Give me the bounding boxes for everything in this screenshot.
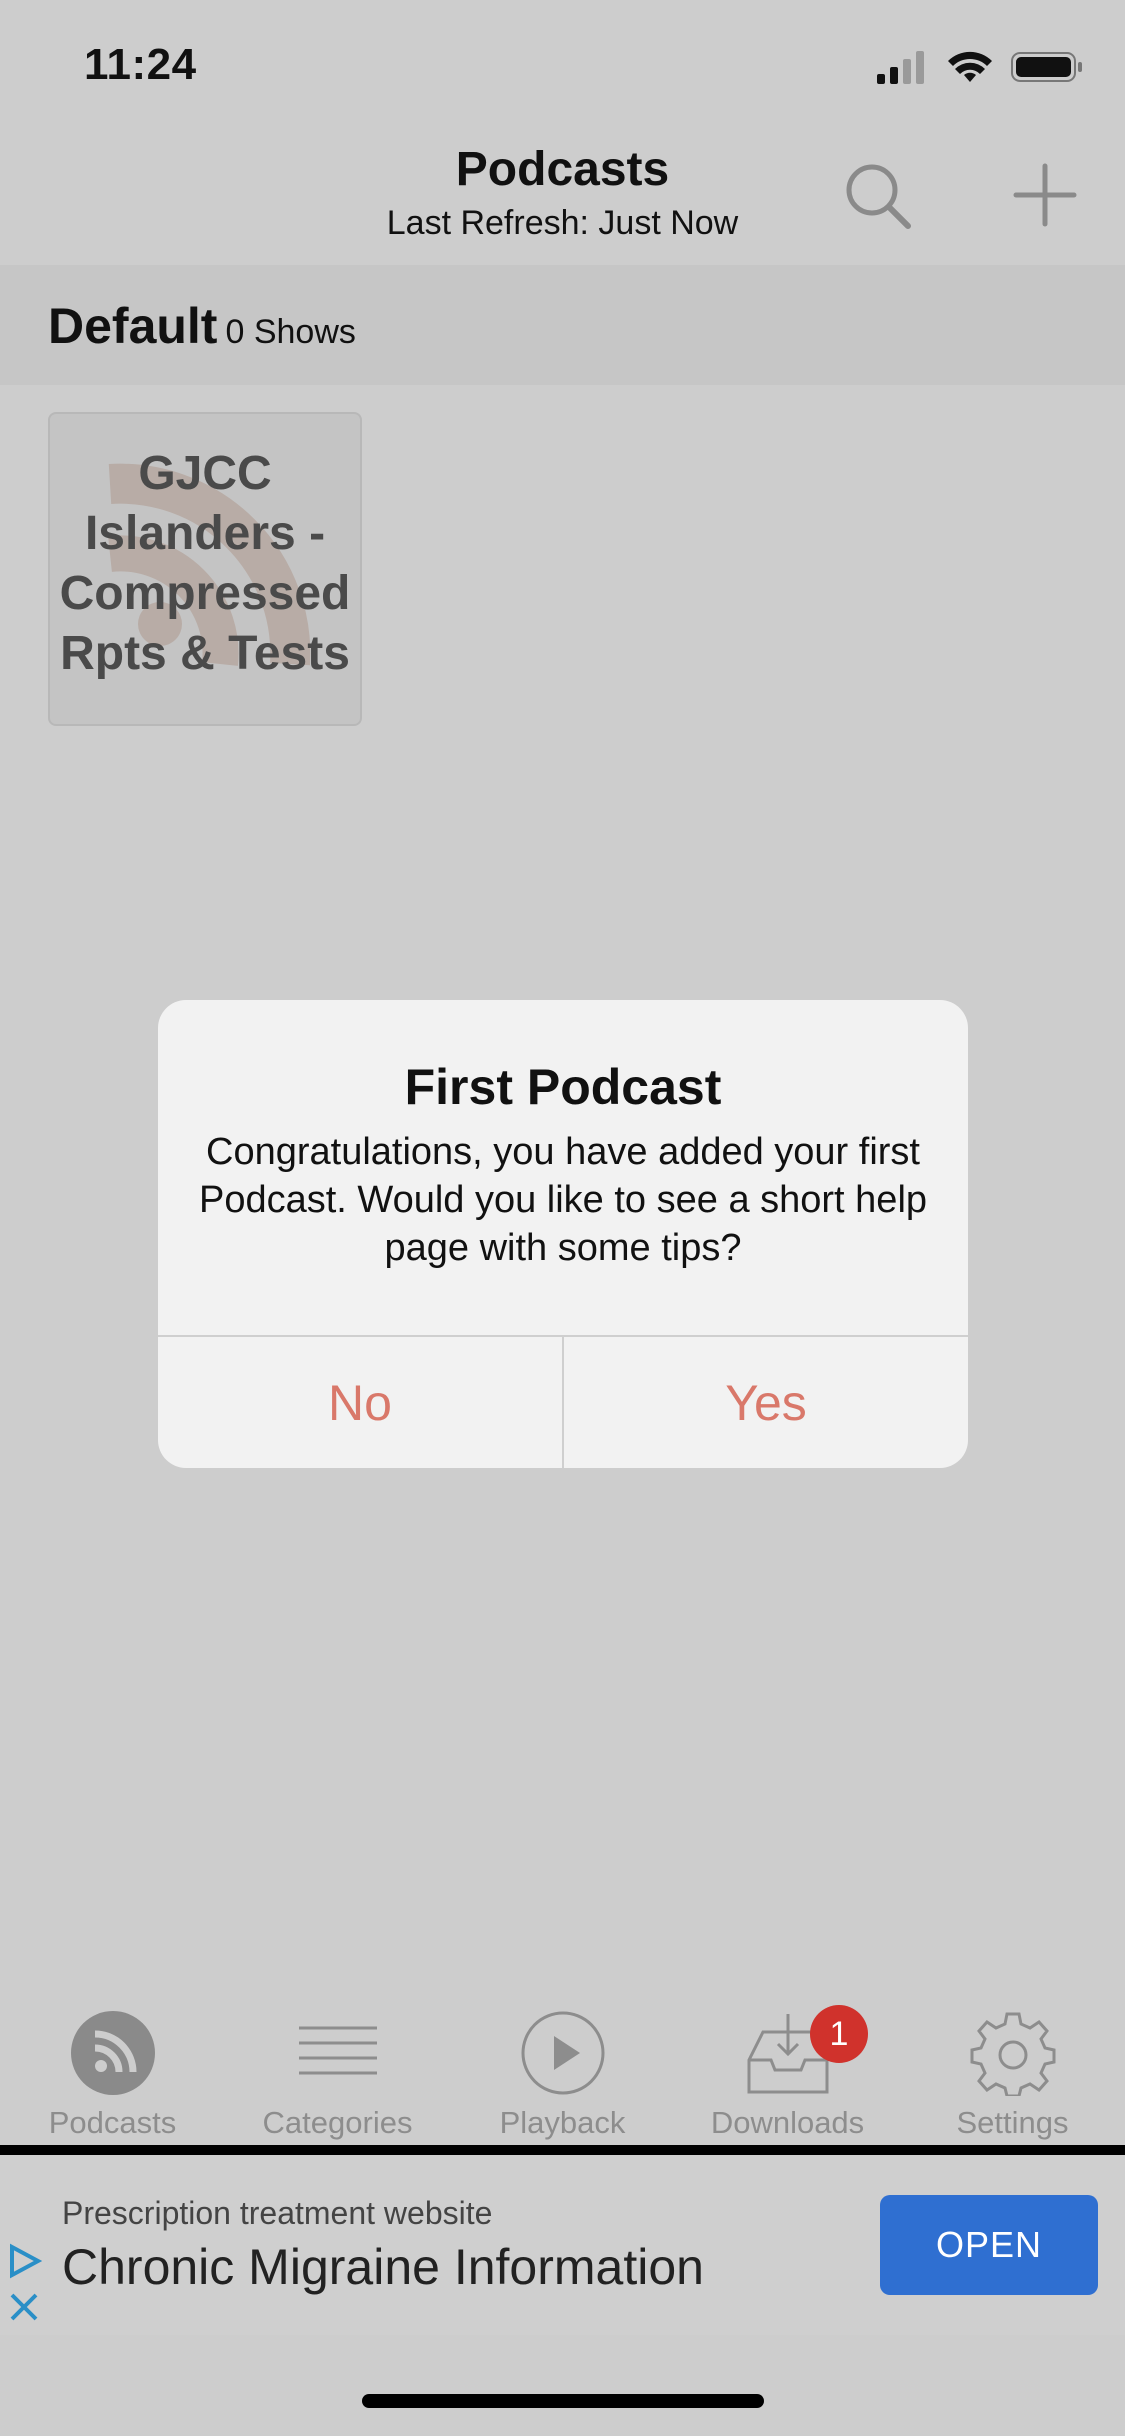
play-icon bbox=[521, 2011, 605, 2095]
show-count: 0 Shows bbox=[225, 313, 356, 351]
tab-playback[interactable]: Playback bbox=[450, 1995, 675, 2145]
category-name: Default bbox=[48, 298, 218, 354]
podcast-tile[interactable]: GJCC Islanders - Compressed Rpts & Tests bbox=[48, 412, 362, 726]
yes-button[interactable]: Yes bbox=[564, 1337, 968, 1468]
tab-settings[interactable]: Settings bbox=[900, 1995, 1125, 2145]
section-title: Default 0 Shows bbox=[48, 297, 356, 355]
list-icon bbox=[299, 2026, 377, 2075]
gear-icon bbox=[970, 2012, 1056, 2096]
rss-icon bbox=[71, 2011, 155, 2095]
section-header: Default 0 Shows bbox=[0, 265, 1125, 385]
tab-label: Settings bbox=[956, 2105, 1069, 2140]
podcast-title-line: Compressed bbox=[59, 567, 351, 620]
tab-downloads[interactable]: Downloads bbox=[675, 1995, 900, 2145]
wifi-icon bbox=[948, 51, 992, 82]
ad-headline[interactable]: Chronic Migraine Information bbox=[62, 2238, 704, 2296]
page-title: Podcasts bbox=[455, 143, 670, 196]
first-podcast-alert: First Podcast Congratulations, you have … bbox=[158, 1000, 968, 1468]
cellular-signal-icon bbox=[877, 51, 924, 84]
tab-categories[interactable]: Categories bbox=[225, 1995, 450, 2145]
podcast-title: GJCC Islanders - Compressed Rpts & Tests bbox=[50, 444, 360, 684]
alert-title: First Podcast bbox=[404, 1059, 722, 1115]
tab-label: Downloads bbox=[710, 2105, 865, 2140]
podcast-title-line: Rpts & Tests bbox=[60, 627, 350, 680]
search-icon[interactable] bbox=[842, 160, 914, 232]
tab-label: Playback bbox=[499, 2105, 626, 2140]
tab-label: Podcasts bbox=[48, 2105, 177, 2140]
ad-open-button[interactable]: OPEN bbox=[880, 2195, 1098, 2295]
tab-bar: Podcasts Categories Playback Downloads S… bbox=[0, 1995, 1125, 2145]
plus-icon[interactable] bbox=[1010, 160, 1080, 230]
ad-close-icon[interactable] bbox=[6, 2289, 42, 2325]
ad-divider bbox=[0, 2145, 1125, 2155]
no-button[interactable]: No bbox=[158, 1337, 562, 1468]
status-bar: 11:24 bbox=[0, 0, 1125, 130]
last-refresh-label: Last Refresh: Just Now bbox=[386, 204, 739, 242]
status-icons bbox=[877, 50, 1083, 84]
downloads-badge: 1 bbox=[810, 2005, 868, 2063]
tab-podcasts[interactable]: Podcasts bbox=[0, 1995, 225, 2145]
home-indicator[interactable] bbox=[362, 2394, 764, 2408]
ad-subtitle: Prescription treatment website bbox=[62, 2195, 493, 2231]
podcast-title-line: Islanders - bbox=[84, 507, 326, 560]
battery-icon bbox=[1011, 52, 1082, 82]
ad-banner[interactable]: Prescription treatment website Chronic M… bbox=[0, 2155, 1125, 2335]
navigation-bar: Podcasts Last Refresh: Just Now bbox=[0, 130, 1125, 265]
podcast-title-line: GJCC bbox=[138, 447, 272, 500]
status-time: 11:24 bbox=[84, 40, 197, 89]
tab-label: Categories bbox=[262, 2105, 413, 2140]
alert-message: Congratulations, you have added your fir… bbox=[198, 1131, 928, 1269]
ad-choices-icon[interactable] bbox=[6, 2243, 42, 2279]
